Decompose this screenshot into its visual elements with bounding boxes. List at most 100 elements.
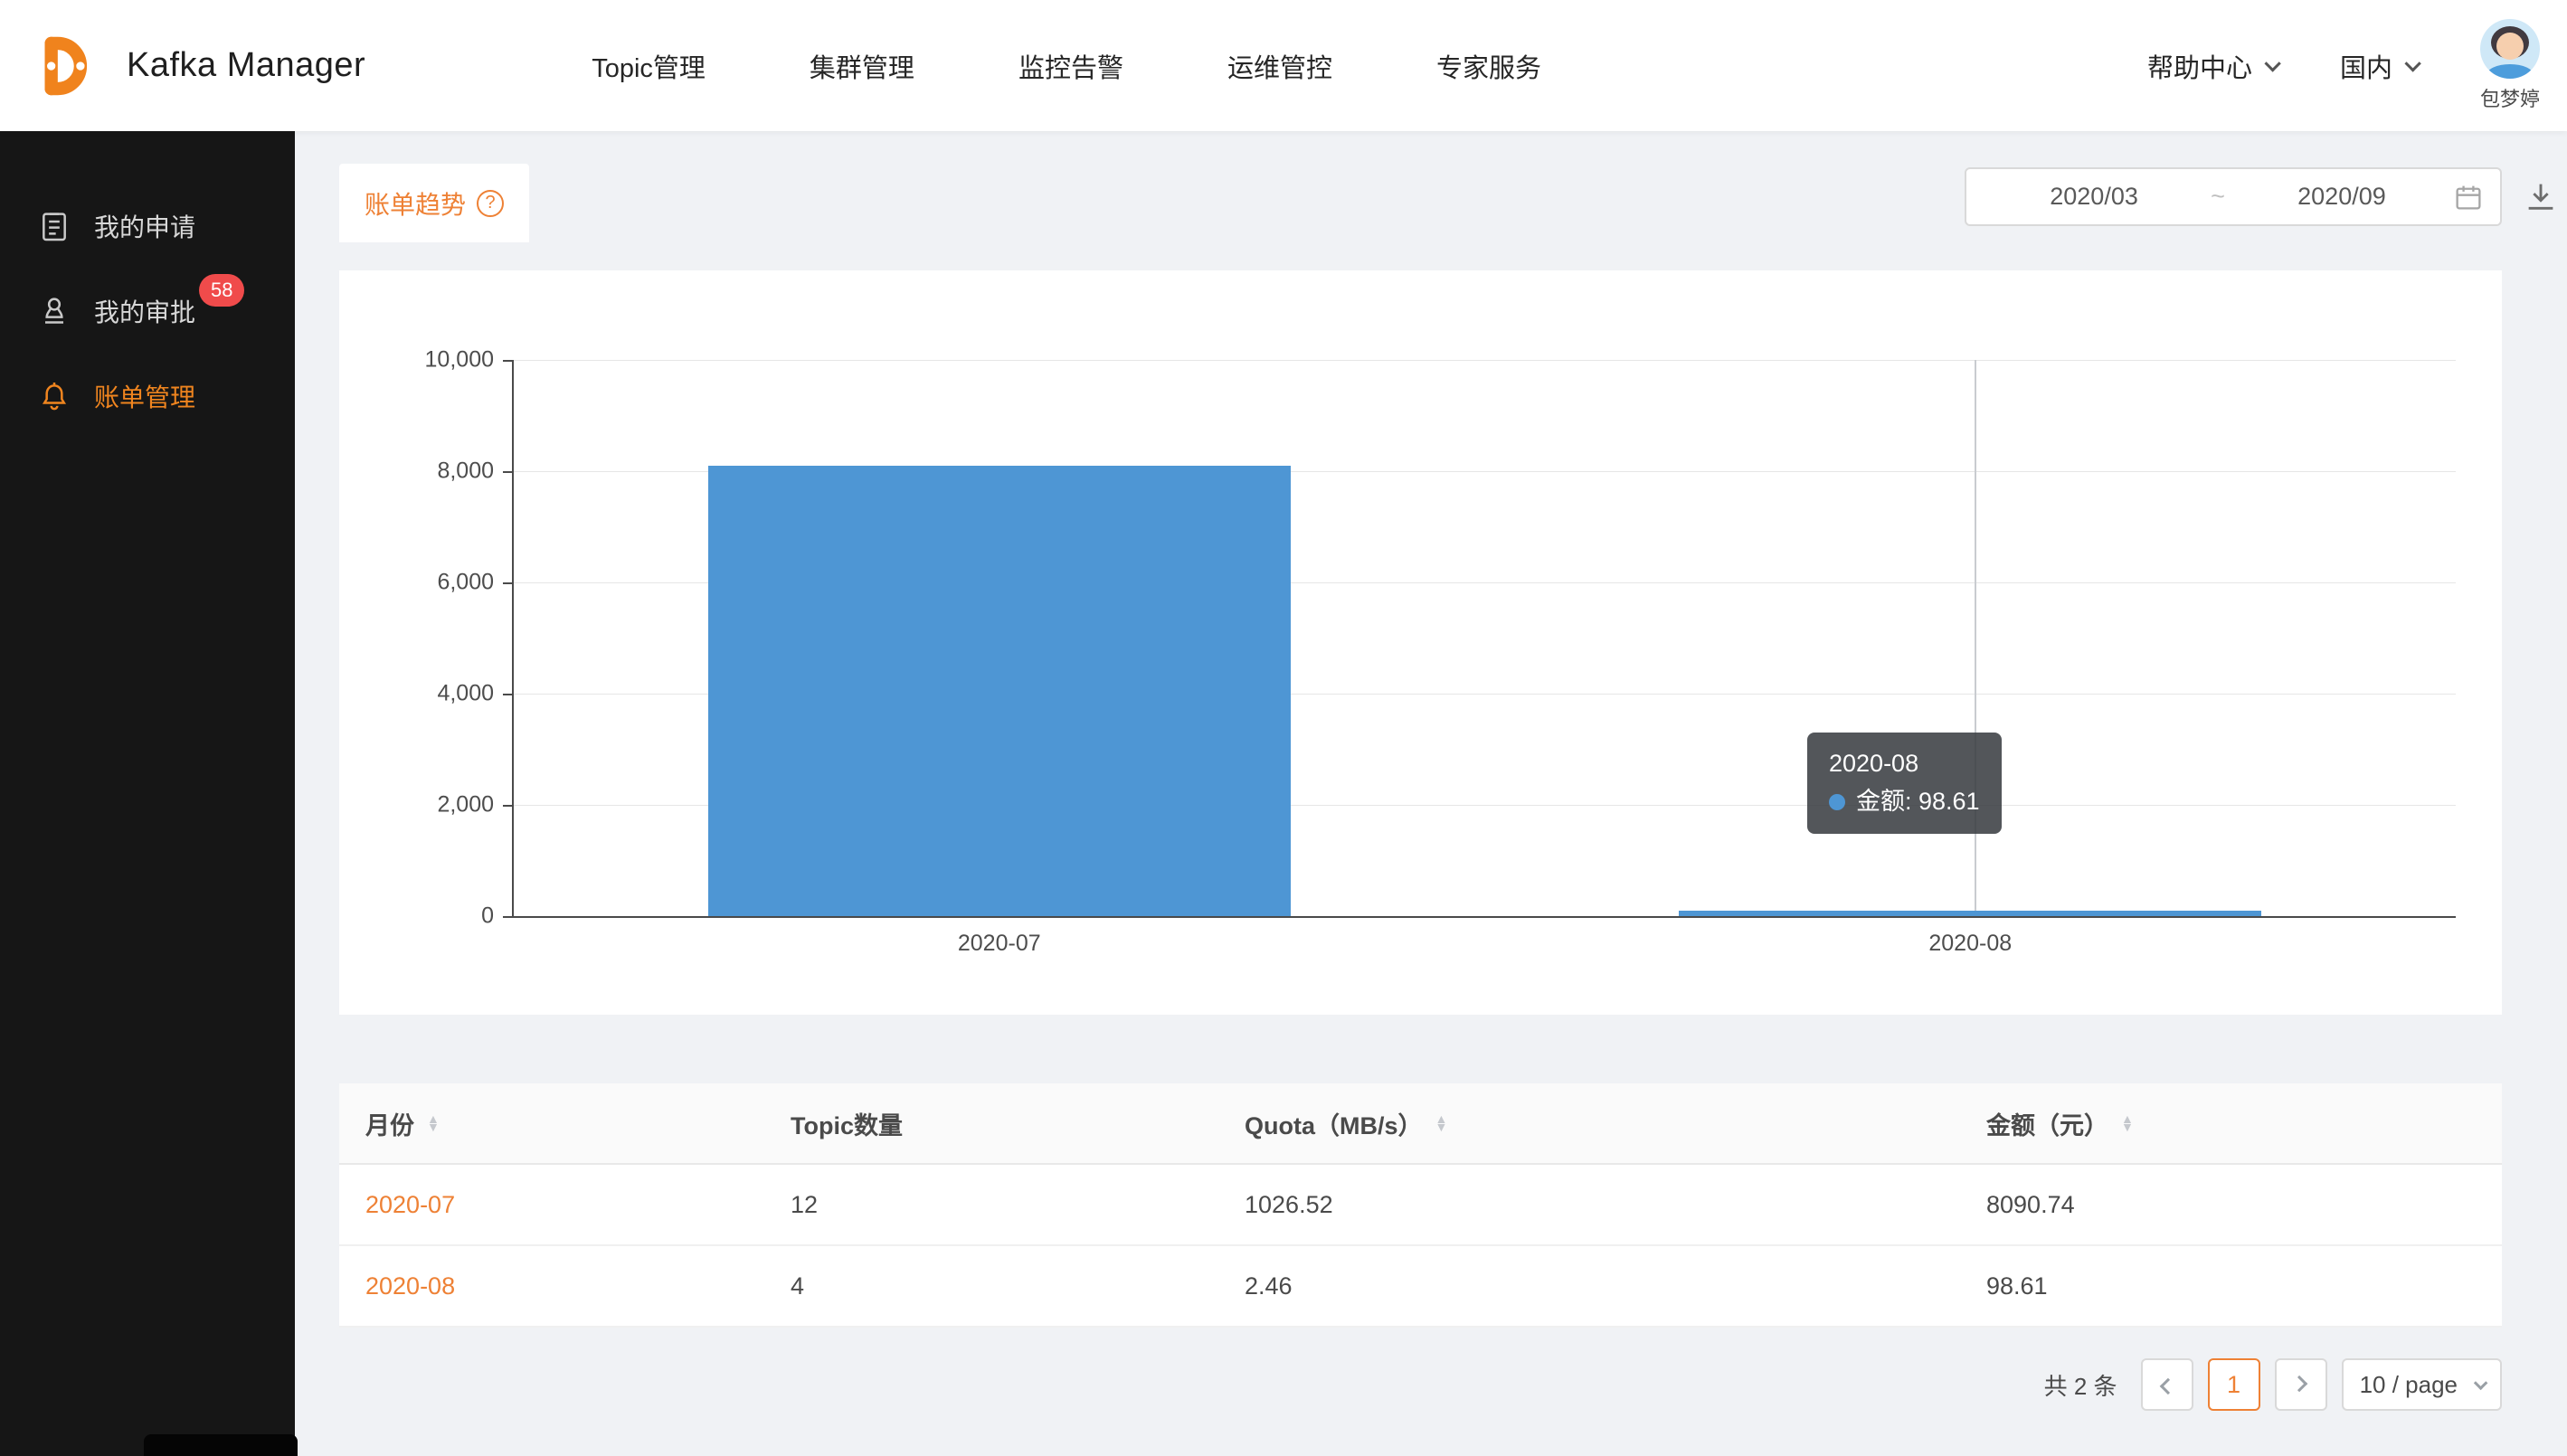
caret-down-icon: ▼ [427,1123,440,1131]
tickmark [503,360,512,362]
help-center-menu[interactable]: 帮助中心 [2147,47,2277,85]
column-header-topic-count: Topic数量 [764,1106,1218,1141]
column-label: 金额（元） [1986,1106,2108,1141]
column-header-amount[interactable]: 金额（元） ▲▼ [1960,1106,2502,1141]
avatar[interactable] [2480,19,2540,79]
month-link[interactable]: 2020-08 [365,1272,455,1300]
column-header-month[interactable]: 月份 ▲▼ [339,1106,764,1141]
y-tick-label: 2,000 [437,792,494,818]
cell-topic-count: 4 [764,1272,1218,1300]
page: Kafka Manager Topic管理 集群管理 监控告警 运维管控 专家服… [0,0,2567,1456]
bill-table: 月份 ▲▼ Topic数量 Quota（MB/s） ▲▼ 金额（元） ▲▼ 20… [339,1083,2502,1328]
cell-topic-count: 12 [764,1191,1218,1219]
sidebar-item-label: 账单管理 [94,378,195,414]
table-row: 2020-07 12 1026.52 8090.74 [339,1165,2502,1246]
sort-icon[interactable]: ▲▼ [2121,1115,2134,1130]
bar-2020-08[interactable] [1679,911,2261,916]
bottom-left-overlay [144,1434,298,1456]
clipboard-icon [36,208,72,244]
y-tick-label: 0 [481,903,494,930]
date-range-picker[interactable]: 2020/03 ~ 2020/09 [1965,167,2502,226]
tickmark [503,582,512,584]
caret-down-icon: ▼ [1435,1123,1448,1131]
pagination: 共 2 条 1 10 / page [2044,1358,2502,1411]
chevron-down-icon [2264,55,2280,71]
chart-tooltip: 2020-08 金额: 98.61 [1807,733,2002,834]
caret-down-icon: ▼ [2121,1123,2134,1131]
sort-icon[interactable]: ▲▼ [1435,1115,1448,1130]
tickmark [503,916,512,918]
sidebar-item-label: 我的申请 [94,208,195,244]
export-button[interactable] [2518,174,2563,219]
x-tick-label: 2020-08 [1928,931,2012,957]
approvals-count-badge: 58 [199,274,244,307]
chevron-right-icon [2291,1375,2307,1391]
question-circle-icon[interactable]: ? [477,190,504,217]
page-1-button[interactable]: 1 [2208,1358,2260,1411]
user-block[interactable]: 包梦婷 [2480,19,2540,112]
region-selector[interactable]: 国内 [2340,47,2417,85]
next-page-button[interactable] [2275,1358,2327,1411]
cell-amount: 8090.74 [1960,1191,2502,1219]
bill-alarm-icon [36,378,72,414]
sidebar: 我的申请 我的审批 58 账单管理 [0,131,295,1456]
bar-chart: 10,000 8,000 6,000 4,000 2,000 0 2020-08… [512,360,2456,918]
sort-icon[interactable]: ▲▼ [427,1115,440,1130]
cell-quota: 1026.52 [1218,1191,1960,1219]
stamp-icon [36,293,72,329]
nav-topic-management[interactable]: Topic管理 [592,47,706,85]
app-logo-icon [25,27,103,105]
tickmark [503,471,512,473]
sidebar-item-my-applications[interactable]: 我的申请 [0,184,295,269]
column-label: Topic数量 [791,1106,903,1141]
app-title: Kafka Manager [127,46,365,85]
user-name: 包梦婷 [2480,83,2540,112]
tooltip-row: 金额: 98.61 [1829,783,1980,821]
app-header: Kafka Manager Topic管理 集群管理 监控告警 运维管控 专家服… [0,0,2567,131]
prev-page-button[interactable] [2141,1358,2193,1411]
bar-2020-07[interactable] [708,466,1291,916]
nav-monitor-alert[interactable]: 监控告警 [1018,47,1123,85]
date-separator: ~ [2205,183,2231,211]
download-icon [2522,177,2560,215]
date-end-input[interactable]: 2020/09 [2231,183,2453,211]
sidebar-item-my-approvals[interactable]: 我的审批 58 [0,269,295,354]
y-tick-label: 4,000 [437,681,494,707]
y-tick-label: 6,000 [437,570,494,596]
column-label: Quota（MB/s） [1245,1106,1423,1141]
sidebar-item-bill-management[interactable]: 账单管理 [0,354,295,439]
date-start-input[interactable]: 2020/03 [1983,183,2205,211]
chevron-down-icon [2474,1376,2488,1390]
header-right: 帮助中心 国内 包梦婷 [2147,19,2540,112]
tooltip-value: 金额: 98.61 [1856,783,1980,821]
chevron-left-icon [2160,1377,2176,1394]
nav-expert-service[interactable]: 专家服务 [1436,47,1541,85]
tab-bill-trend[interactable]: 账单趋势 ? [339,164,529,242]
gridline [514,360,2456,361]
x-tick-label: 2020-07 [958,931,1041,957]
sidebar-item-label: 我的审批 [94,293,195,329]
table-row: 2020-08 4 2.46 98.61 [339,1246,2502,1328]
calendar-icon[interactable] [2453,182,2484,213]
cell-quota: 2.46 [1218,1272,1960,1300]
page-size-label: 10 / page [2360,1371,2458,1399]
tickmark [503,805,512,807]
cell-amount: 98.61 [1960,1272,2502,1300]
column-header-quota[interactable]: Quota（MB/s） ▲▼ [1218,1106,1960,1141]
column-label: 月份 [365,1106,414,1141]
nav-cluster-management[interactable]: 集群管理 [810,47,914,85]
avatar-shirt [2486,64,2534,79]
tooltip-title: 2020-08 [1829,745,1980,783]
tickmark [503,694,512,695]
chevron-down-icon [2404,55,2420,71]
bill-trend-chart-card: 10,000 8,000 6,000 4,000 2,000 0 2020-08… [339,270,2502,1015]
month-link[interactable]: 2020-07 [365,1191,455,1219]
y-tick-label: 8,000 [437,459,494,485]
region-label: 国内 [2340,47,2392,85]
main-content: 账单趋势 ? 2020/03 ~ 2020/09 [295,131,2567,1456]
tab-label: 账单趋势 [365,185,466,222]
nav-ops-control[interactable]: 运维管控 [1227,47,1332,85]
page-size-select[interactable]: 10 / page [2342,1358,2502,1411]
total-count-text: 共 2 条 [2044,1368,2117,1402]
table-header-row: 月份 ▲▼ Topic数量 Quota（MB/s） ▲▼ 金额（元） ▲▼ [339,1083,2502,1165]
